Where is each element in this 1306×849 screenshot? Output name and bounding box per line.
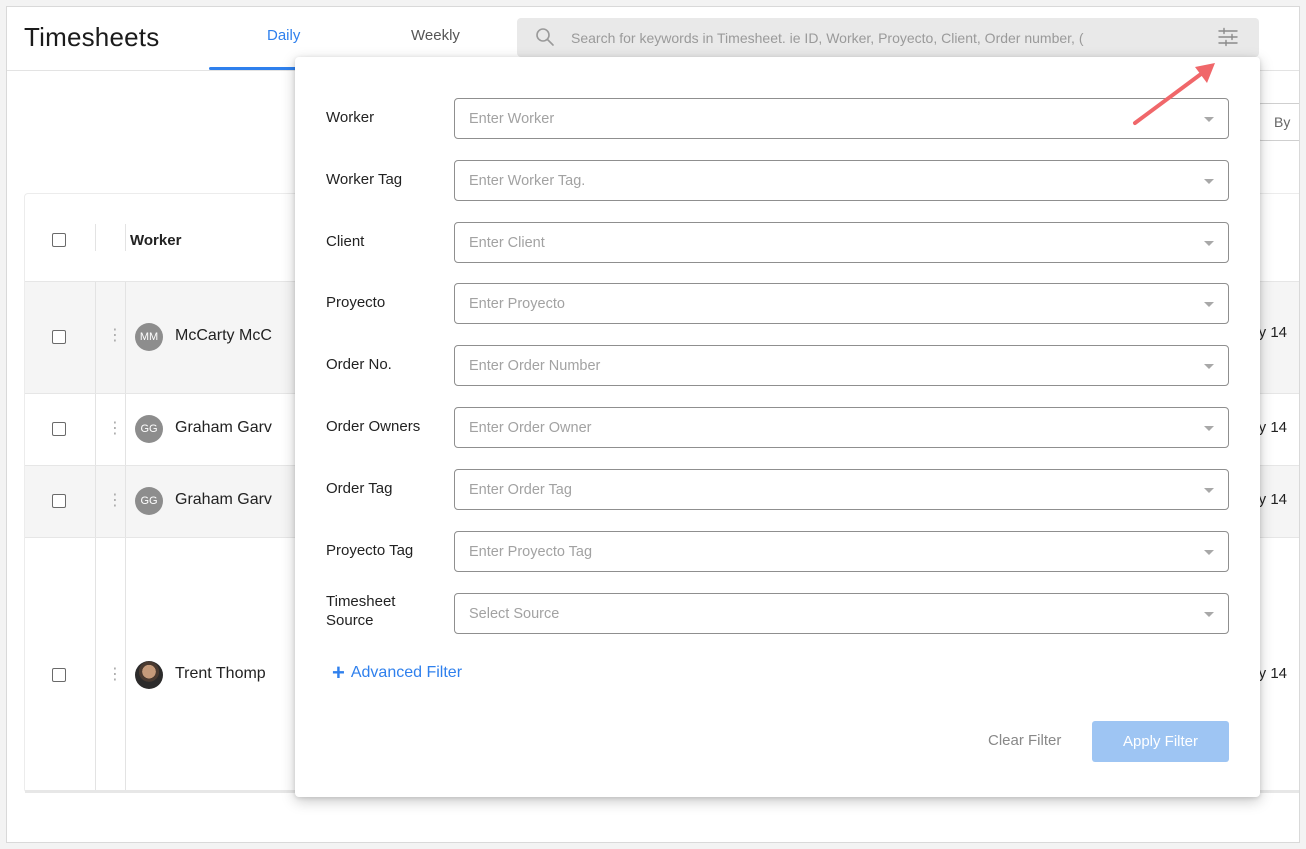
filter-row-timesheet-source: Timesheet Source	[295, 593, 1260, 634]
order-number-select[interactable]	[454, 345, 1229, 386]
order-owner-select[interactable]	[454, 407, 1229, 448]
worker-name: Graham Garv	[175, 491, 272, 508]
chevron-down-icon[interactable]	[1204, 612, 1214, 617]
filter-label: Client	[326, 233, 365, 250]
filter-label: Proyecto	[326, 294, 386, 311]
filter-label: Order Tag	[326, 480, 393, 497]
chevron-down-icon[interactable]	[1204, 426, 1214, 431]
column-divider	[95, 466, 96, 537]
order-tag-input[interactable]	[469, 470, 1169, 509]
chevron-down-icon[interactable]	[1204, 302, 1214, 307]
worker-select[interactable]	[454, 98, 1229, 139]
column-divider	[125, 538, 126, 790]
order-number-input[interactable]	[469, 346, 1169, 385]
apply-filter-button[interactable]: Apply Filter	[1092, 721, 1229, 762]
chevron-down-icon[interactable]	[1204, 364, 1214, 369]
avatar: MM	[135, 323, 163, 351]
column-divider	[125, 282, 126, 393]
row-checkbox[interactable]	[52, 494, 66, 508]
search-icon	[536, 28, 554, 46]
avatar-photo	[135, 661, 163, 689]
filter-row-order-no: Order No.	[295, 345, 1260, 386]
worker-name: McCarty McC	[175, 327, 272, 344]
select-all-checkbox[interactable]	[52, 233, 66, 247]
column-divider	[95, 224, 96, 251]
column-divider	[125, 224, 126, 251]
row-menu-icon[interactable]: ⋮	[107, 667, 123, 683]
page-title: Timesheets	[24, 22, 160, 52]
advanced-filter-label: Advanced Filter	[350, 664, 463, 681]
app-window: Timesheets Daily Weekly By Worker	[6, 6, 1300, 843]
row-menu-icon[interactable]: ⋮	[107, 493, 123, 509]
filter-label: Timesheet Source	[326, 593, 396, 629]
order-tag-select[interactable]	[454, 469, 1229, 510]
worker-tag-input[interactable]	[469, 161, 1169, 200]
row-checkbox[interactable]	[52, 330, 66, 344]
column-divider	[125, 466, 126, 537]
search-input[interactable]	[571, 18, 1191, 57]
tab-daily[interactable]: Daily	[267, 27, 300, 44]
clear-filter-button[interactable]: Clear Filter	[988, 732, 1061, 749]
column-header-worker: Worker	[130, 232, 182, 249]
filter-row-client: Client	[295, 222, 1260, 263]
advanced-filter-button[interactable]: + Advanced Filter	[332, 662, 462, 684]
column-divider	[95, 282, 96, 393]
proyecto-select[interactable]	[454, 283, 1229, 324]
filter-row-worker-tag: Worker Tag	[295, 160, 1260, 201]
source-input[interactable]	[469, 594, 1169, 633]
filter-row-worker: Worker	[295, 98, 1260, 139]
row-menu-icon[interactable]: ⋮	[107, 328, 123, 344]
filter-row-order-owners: Order Owners	[295, 407, 1260, 448]
proyecto-tag-input[interactable]	[469, 532, 1169, 571]
filter-row-order-tag: Order Tag	[295, 469, 1260, 510]
worker-input[interactable]	[469, 99, 1169, 138]
filter-label: Worker	[326, 109, 375, 126]
avatar: GG	[135, 415, 163, 443]
tab-weekly[interactable]: Weekly	[411, 27, 460, 44]
worker-name: Graham Garv	[175, 419, 272, 436]
plus-icon: +	[332, 660, 345, 685]
filter-row-proyecto-tag: Proyecto Tag	[295, 531, 1260, 572]
chevron-down-icon[interactable]	[1204, 488, 1214, 493]
annotation-arrow-icon	[1133, 63, 1215, 125]
client-input[interactable]	[469, 223, 1169, 262]
search-bar	[517, 18, 1259, 57]
filter-label: Proyecto Tag	[326, 542, 414, 559]
chevron-down-icon[interactable]	[1204, 550, 1214, 555]
source-select[interactable]	[454, 593, 1229, 634]
worker-tag-select[interactable]	[454, 160, 1229, 201]
row-checkbox[interactable]	[52, 668, 66, 682]
filter-label: Worker Tag	[326, 171, 403, 188]
filter-label: Order No.	[326, 356, 392, 373]
sort-by-button[interactable]: By	[1257, 103, 1299, 141]
column-divider	[95, 538, 96, 790]
filter-row-proyecto: Proyecto	[295, 283, 1260, 324]
column-divider	[95, 394, 96, 465]
chevron-down-icon[interactable]	[1204, 179, 1214, 184]
chevron-down-icon[interactable]	[1204, 241, 1214, 246]
avatar: GG	[135, 487, 163, 515]
worker-name: Trent Thomp	[175, 665, 266, 682]
row-checkbox[interactable]	[52, 422, 66, 436]
column-divider	[125, 394, 126, 465]
proyecto-tag-select[interactable]	[454, 531, 1229, 572]
filter-label: Order Owners	[326, 418, 421, 435]
proyecto-input[interactable]	[469, 284, 1169, 323]
client-select[interactable]	[454, 222, 1229, 263]
row-menu-icon[interactable]: ⋮	[107, 421, 123, 437]
sliders-icon[interactable]	[1217, 27, 1239, 47]
order-owner-input[interactable]	[469, 408, 1169, 447]
filter-panel: Worker Worker Tag Client Proyecto	[295, 57, 1260, 797]
